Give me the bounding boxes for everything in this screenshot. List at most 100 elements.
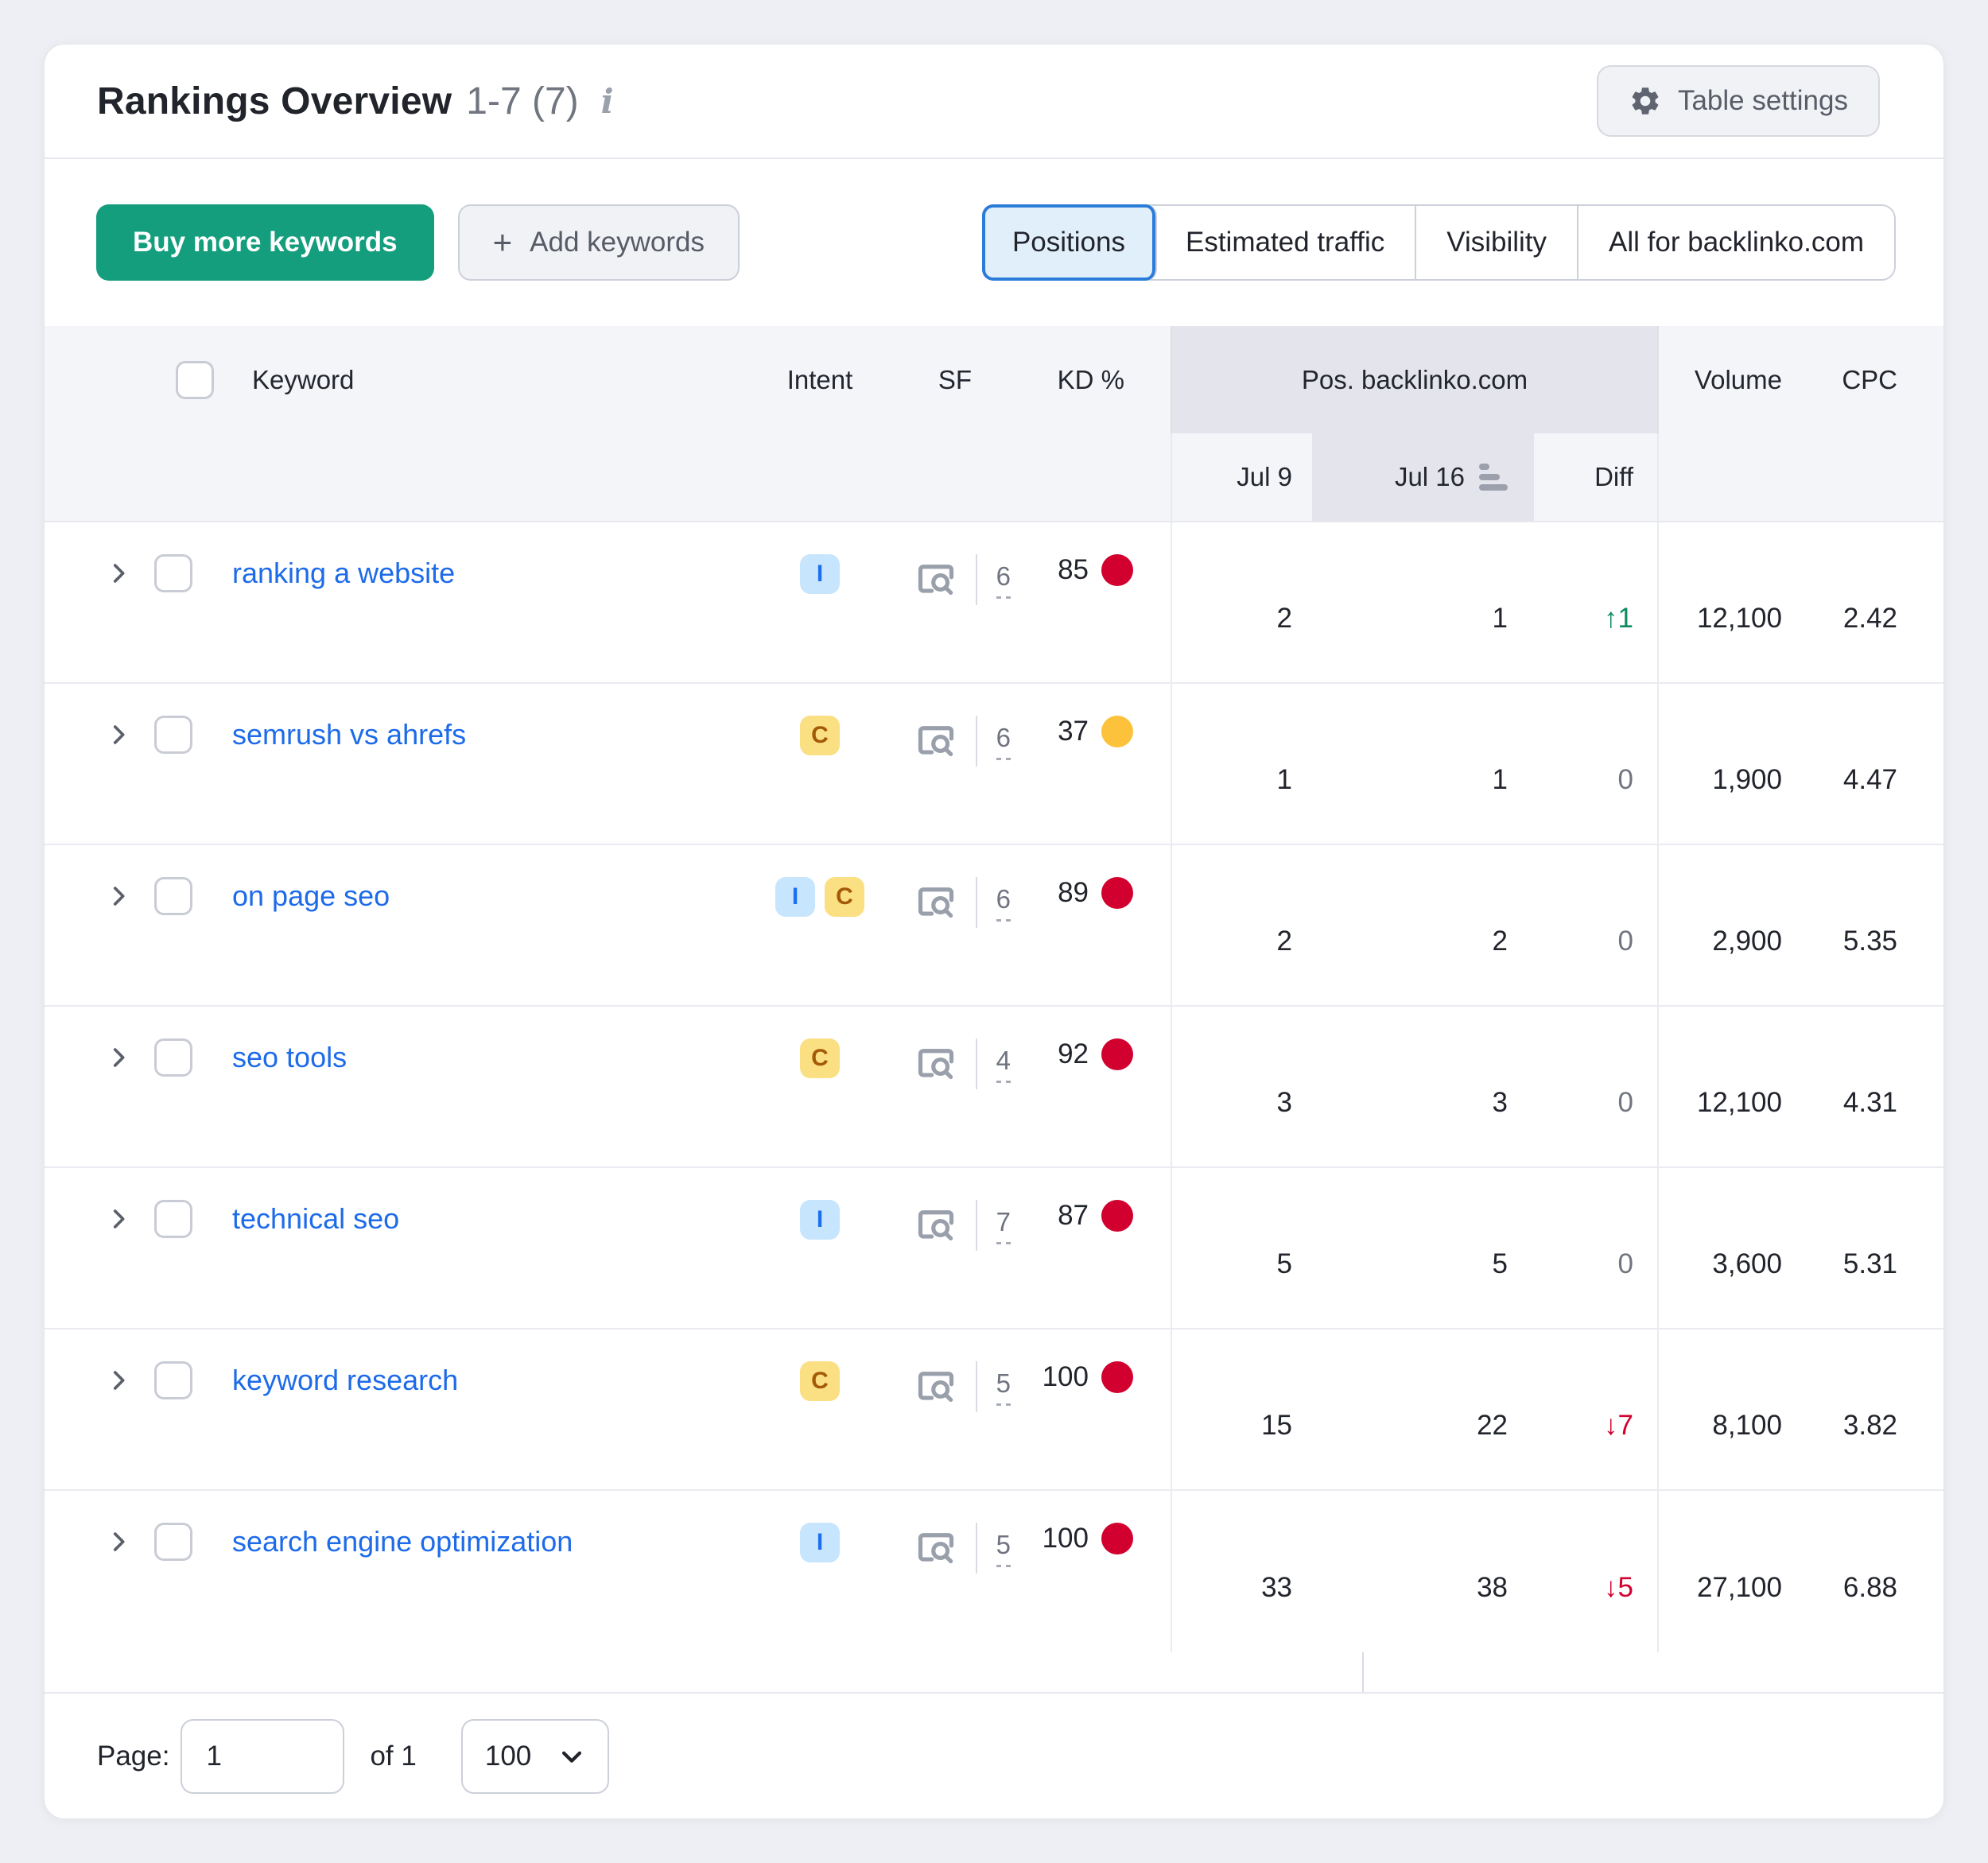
- cpc-value: 2.42: [1800, 522, 1944, 682]
- intent-badge-i[interactable]: I: [800, 554, 840, 594]
- keyword-link[interactable]: keyword research: [232, 1364, 458, 1397]
- table-settings-button[interactable]: Table settings: [1597, 65, 1880, 137]
- col-group-positions[interactable]: Pos. backlinko.com: [1171, 326, 1659, 433]
- expand-row-icon[interactable]: [103, 558, 134, 588]
- expand-row-icon[interactable]: [103, 881, 134, 911]
- serp-features-icon[interactable]: [915, 559, 957, 600]
- tab-all-for-backlinko-com[interactable]: All for backlinko.com: [1578, 206, 1894, 279]
- col-volume[interactable]: Volume: [1659, 326, 1800, 433]
- diff-value: 0: [1534, 1168, 1659, 1328]
- serp-features-icon[interactable]: [915, 882, 957, 923]
- card-titlebar: Rankings Overview 1-7 (7) i Table settin…: [45, 45, 1943, 159]
- keyword-link[interactable]: search engine optimization: [232, 1525, 573, 1558]
- table-row: seo tools C 4 92 3 3 0 12,100 4.31: [45, 1007, 1943, 1168]
- info-icon[interactable]: i: [601, 82, 614, 121]
- sf-count[interactable]: 6: [996, 561, 1011, 599]
- table-row: technical seo I 7 87 5 5 0 3,600 5.31: [45, 1168, 1943, 1329]
- expand-row-icon[interactable]: [103, 1042, 134, 1073]
- kd-difficulty-dot: [1101, 1361, 1133, 1393]
- row-checkbox[interactable]: [154, 1038, 192, 1077]
- buy-more-keywords-button[interactable]: Buy more keywords: [96, 204, 434, 281]
- sf-divider: [976, 554, 977, 605]
- col-diff[interactable]: Diff: [1534, 433, 1659, 521]
- table-row: keyword research C 5 100 15 22 ↓7 8,100 …: [45, 1329, 1943, 1491]
- cpc-value: 5.31: [1800, 1168, 1944, 1328]
- serp-features-icon[interactable]: [915, 1205, 957, 1246]
- select-all-checkbox[interactable]: [176, 361, 214, 399]
- col-jul16[interactable]: Jul 16: [1312, 433, 1534, 521]
- col-kd[interactable]: KD %: [1019, 326, 1171, 433]
- kd-difficulty-dot: [1101, 1523, 1133, 1554]
- keyword-link[interactable]: semrush vs ahrefs: [232, 718, 466, 751]
- sf-count[interactable]: 7: [996, 1207, 1011, 1244]
- expand-row-icon[interactable]: [103, 1365, 134, 1395]
- position-jul9: 1: [1171, 684, 1312, 844]
- serp-features-icon[interactable]: [915, 1366, 957, 1407]
- intent-badge-c[interactable]: C: [800, 1361, 840, 1401]
- sf-count[interactable]: 4: [996, 1046, 1011, 1083]
- row-checkbox[interactable]: [154, 877, 192, 915]
- per-page-select[interactable]: 100: [461, 1719, 609, 1794]
- intent-badge-c[interactable]: C: [825, 877, 864, 917]
- sf-count[interactable]: 6: [996, 884, 1011, 922]
- intent-badge-i[interactable]: I: [775, 877, 815, 917]
- table-body: ranking a website I 6 85 2 1 ↑1 12,100 2…: [45, 522, 1943, 1652]
- keyword-link[interactable]: seo tools: [232, 1041, 347, 1074]
- diff-value: ↑1: [1534, 522, 1659, 682]
- intent-badges: IC: [748, 845, 891, 917]
- intent-badge-i[interactable]: I: [800, 1200, 840, 1240]
- tab-positions[interactable]: Positions: [982, 204, 1157, 281]
- page-label: Page:: [97, 1741, 169, 1772]
- serp-features-icon[interactable]: [915, 720, 957, 762]
- table-row: ranking a website I 6 85 2 1 ↑1 12,100 2…: [45, 522, 1943, 684]
- intent-badge-c[interactable]: C: [800, 1038, 840, 1078]
- expand-row-icon[interactable]: [103, 720, 134, 750]
- per-page-value: 100: [485, 1741, 531, 1772]
- col-jul9[interactable]: Jul 9: [1171, 433, 1312, 521]
- position-jul9: 2: [1171, 522, 1312, 682]
- intent-badge-c[interactable]: C: [800, 716, 840, 755]
- position-jul16: 5: [1312, 1168, 1534, 1328]
- chevron-down-icon: [558, 1743, 585, 1770]
- view-tabs: PositionsEstimated trafficVisibilityAll …: [982, 204, 1896, 281]
- col-sf[interactable]: SF: [891, 326, 1019, 433]
- add-keywords-button[interactable]: + Add keywords: [458, 204, 740, 281]
- volume-value: 12,100: [1659, 1007, 1800, 1166]
- sf-count[interactable]: 5: [996, 1530, 1011, 1567]
- cpc-value: 3.82: [1800, 1329, 1944, 1489]
- col-intent[interactable]: Intent: [748, 326, 891, 433]
- row-checkbox[interactable]: [154, 1200, 192, 1238]
- col-cpc[interactable]: CPC: [1800, 326, 1944, 433]
- position-jul9: 5: [1171, 1168, 1312, 1328]
- position-jul9: 33: [1171, 1491, 1312, 1652]
- serp-features-icon[interactable]: [915, 1527, 957, 1569]
- sf-divider: [976, 877, 977, 928]
- result-range: 1-7 (7): [466, 80, 578, 123]
- sf-count[interactable]: 6: [996, 723, 1011, 760]
- page-number-input[interactable]: [181, 1719, 344, 1794]
- row-checkbox[interactable]: [154, 716, 192, 754]
- diff-value: ↓5: [1534, 1491, 1659, 1652]
- tab-visibility[interactable]: Visibility: [1416, 206, 1578, 279]
- intent-badges: C: [748, 1329, 891, 1401]
- expand-row-icon[interactable]: [103, 1204, 134, 1234]
- position-jul16: 22: [1312, 1329, 1534, 1489]
- kd-difficulty-dot: [1101, 1038, 1133, 1070]
- expand-row-icon[interactable]: [103, 1527, 134, 1557]
- col-keyword[interactable]: Keyword: [252, 365, 354, 395]
- serp-features-icon[interactable]: [915, 1043, 957, 1085]
- toolbar: Buy more keywords + Add keywords Positio…: [45, 159, 1943, 326]
- sf-count[interactable]: 5: [996, 1368, 1011, 1406]
- row-checkbox[interactable]: [154, 1361, 192, 1399]
- row-checkbox[interactable]: [154, 1523, 192, 1561]
- kd-difficulty-dot: [1101, 1200, 1133, 1232]
- tab-estimated-traffic[interactable]: Estimated traffic: [1155, 206, 1416, 279]
- intent-badge-i[interactable]: I: [800, 1523, 840, 1562]
- keyword-link[interactable]: ranking a website: [232, 557, 455, 590]
- kd-difficulty-dot: [1101, 554, 1133, 586]
- position-jul9: 15: [1171, 1329, 1312, 1489]
- plus-icon: +: [493, 226, 513, 259]
- row-checkbox[interactable]: [154, 554, 192, 592]
- keyword-link[interactable]: on page seo: [232, 879, 390, 913]
- keyword-link[interactable]: technical seo: [232, 1202, 399, 1236]
